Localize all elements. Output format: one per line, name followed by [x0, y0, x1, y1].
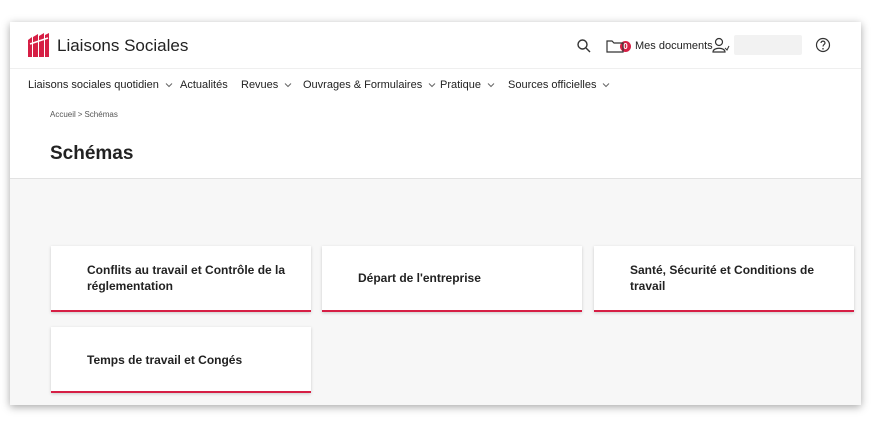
card-title: Départ de l'entreprise — [358, 270, 481, 286]
chevron-down-icon — [165, 83, 173, 88]
nav-item-liaisons-sociales-quotidien[interactable]: Liaisons sociales quotidien — [28, 79, 174, 91]
my-documents-button[interactable]: 0 Mes documents — [606, 37, 713, 55]
card-title-line: Temps de travail et Congés — [87, 353, 243, 367]
nav-item-actualites[interactable]: Actualités — [180, 79, 228, 91]
app-window: Liaisons Sociales 0 Mes documents Liaiso… — [10, 22, 861, 405]
help-icon[interactable] — [815, 37, 831, 53]
chevron-down-icon — [487, 83, 495, 88]
breadcrumb: Accueil > Schémas — [50, 110, 120, 119]
folder-icon — [606, 40, 624, 53]
brand-name[interactable]: Liaisons Sociales — [57, 36, 188, 56]
nav-item-label: Revues — [241, 79, 279, 91]
documents-label: Mes documents — [635, 40, 713, 52]
page-title: Schémas — [50, 143, 134, 164]
card-title: Conflits au travail et Contrôle de la ré… — [87, 262, 285, 294]
chevron-down-icon — [603, 83, 610, 88]
card-title: Santé, Sécurité et Conditions de travail — [630, 262, 814, 294]
chevron-down-icon — [428, 83, 436, 88]
nav-item-revues[interactable]: Revues — [241, 79, 293, 91]
card-title-line: travail — [630, 279, 666, 293]
card-title-line: Santé, Sécurité et Conditions de — [630, 263, 815, 277]
category-card-sante-securite[interactable]: Santé, Sécurité et Conditions de travail — [594, 246, 854, 312]
logo-icon[interactable] — [26, 32, 50, 58]
nav-item-pratique[interactable]: Pratique — [440, 79, 496, 91]
top-bar: Liaisons Sociales 0 Mes documents — [10, 22, 861, 68]
user-name-field[interactable] — [734, 35, 802, 55]
chevron-down-icon — [284, 83, 292, 88]
search-icon[interactable] — [576, 38, 592, 54]
card-title: Temps de travail et Congés — [87, 352, 242, 368]
category-card-depart[interactable]: Départ de l'entreprise — [322, 246, 582, 312]
nav-item-label: Pratique — [440, 79, 481, 91]
breadcrumb-current: Schémas — [84, 110, 118, 119]
category-card-conflits[interactable]: Conflits au travail et Contrôle de la ré… — [51, 246, 311, 312]
nav-item-label: Actualités — [180, 79, 228, 91]
main-navigation: Liaisons sociales quotidien Actualités R… — [10, 68, 861, 103]
card-title-line: Départ de l'entreprise — [358, 271, 481, 285]
nav-item-label: Ouvrages & Formulaires — [303, 79, 423, 91]
nav-item-sources-officielles[interactable]: Sources officielles — [508, 79, 611, 91]
category-card-temps-de-travail[interactable]: Temps de travail et Congés — [51, 327, 311, 393]
card-title-line: Conflits au travail et Contrôle de la — [87, 263, 286, 277]
breadcrumb-separator: > — [77, 110, 83, 119]
nav-item-label: Liaisons sociales quotidien — [28, 79, 159, 91]
nav-item-ouvrages-formulaires[interactable]: Ouvrages & Formulaires — [303, 79, 437, 91]
user-icon[interactable] — [712, 36, 730, 54]
card-title-line: réglementation — [87, 279, 174, 293]
nav-item-label: Sources officielles — [508, 79, 597, 91]
page-header: Accueil > Schémas Schémas — [10, 103, 861, 179]
breadcrumb-home-link[interactable]: Accueil — [50, 110, 76, 119]
